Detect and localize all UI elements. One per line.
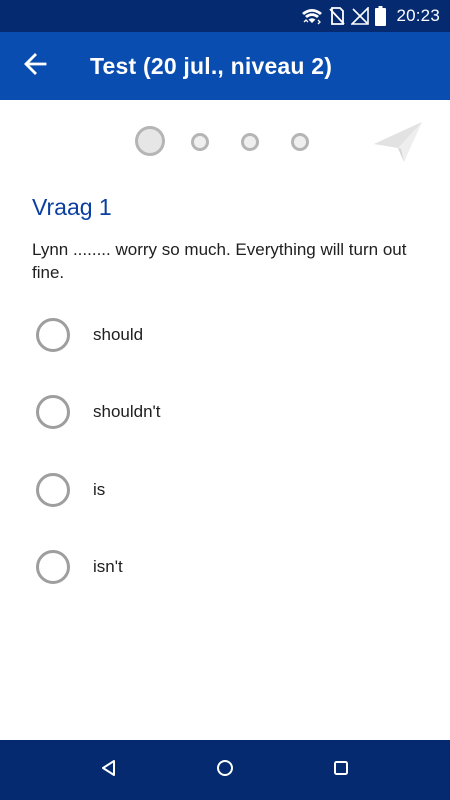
app-bar: Test (20 jul., niveau 2) — [0, 32, 450, 100]
status-time: 20:23 — [396, 6, 440, 25]
nav-back-icon — [99, 758, 119, 783]
answer-option-label: is — [93, 480, 106, 499]
answer-option[interactable]: isn't — [0, 528, 450, 606]
navigation-bar — [0, 740, 450, 800]
radio-button[interactable] — [36, 473, 70, 507]
page-title: Test (20 jul., niveau 2) — [90, 52, 333, 79]
back-button[interactable] — [0, 32, 70, 100]
answer-option-label: should — [93, 325, 144, 344]
status-bar: 20:23 — [0, 0, 450, 32]
nav-back-button[interactable] — [89, 750, 129, 790]
no-sim-icon — [329, 6, 346, 26]
step-indicator[interactable] — [241, 133, 259, 151]
radio-button[interactable] — [36, 395, 70, 429]
paper-plane-icon — [370, 122, 426, 172]
battery-icon — [375, 6, 387, 26]
submit-button[interactable] — [370, 116, 426, 168]
question-text: Lynn ........ worry so much. Everything … — [32, 240, 407, 282]
signal-off-icon — [351, 7, 370, 25]
nav-home-button[interactable] — [205, 750, 245, 790]
radio-button[interactable] — [36, 318, 70, 352]
nav-home-icon — [215, 758, 235, 783]
answer-option[interactable]: shouldn't — [0, 373, 450, 451]
answer-option-label: shouldn't — [93, 402, 161, 421]
answer-option[interactable]: should — [0, 296, 450, 374]
question-title: Vraag 1 — [32, 194, 112, 220]
answer-option[interactable]: is — [0, 451, 450, 529]
answer-option-label: isn't — [93, 557, 123, 576]
radio-button[interactable] — [36, 550, 70, 584]
step-indicator-current[interactable] — [135, 126, 165, 156]
question-stepper — [0, 112, 450, 172]
wifi-icon — [301, 7, 323, 25]
step-indicator[interactable] — [191, 133, 209, 151]
step-indicator[interactable] — [291, 133, 309, 151]
arrow-left-icon — [23, 52, 47, 81]
nav-recents-icon — [331, 758, 351, 783]
nav-recents-button[interactable] — [321, 750, 361, 790]
